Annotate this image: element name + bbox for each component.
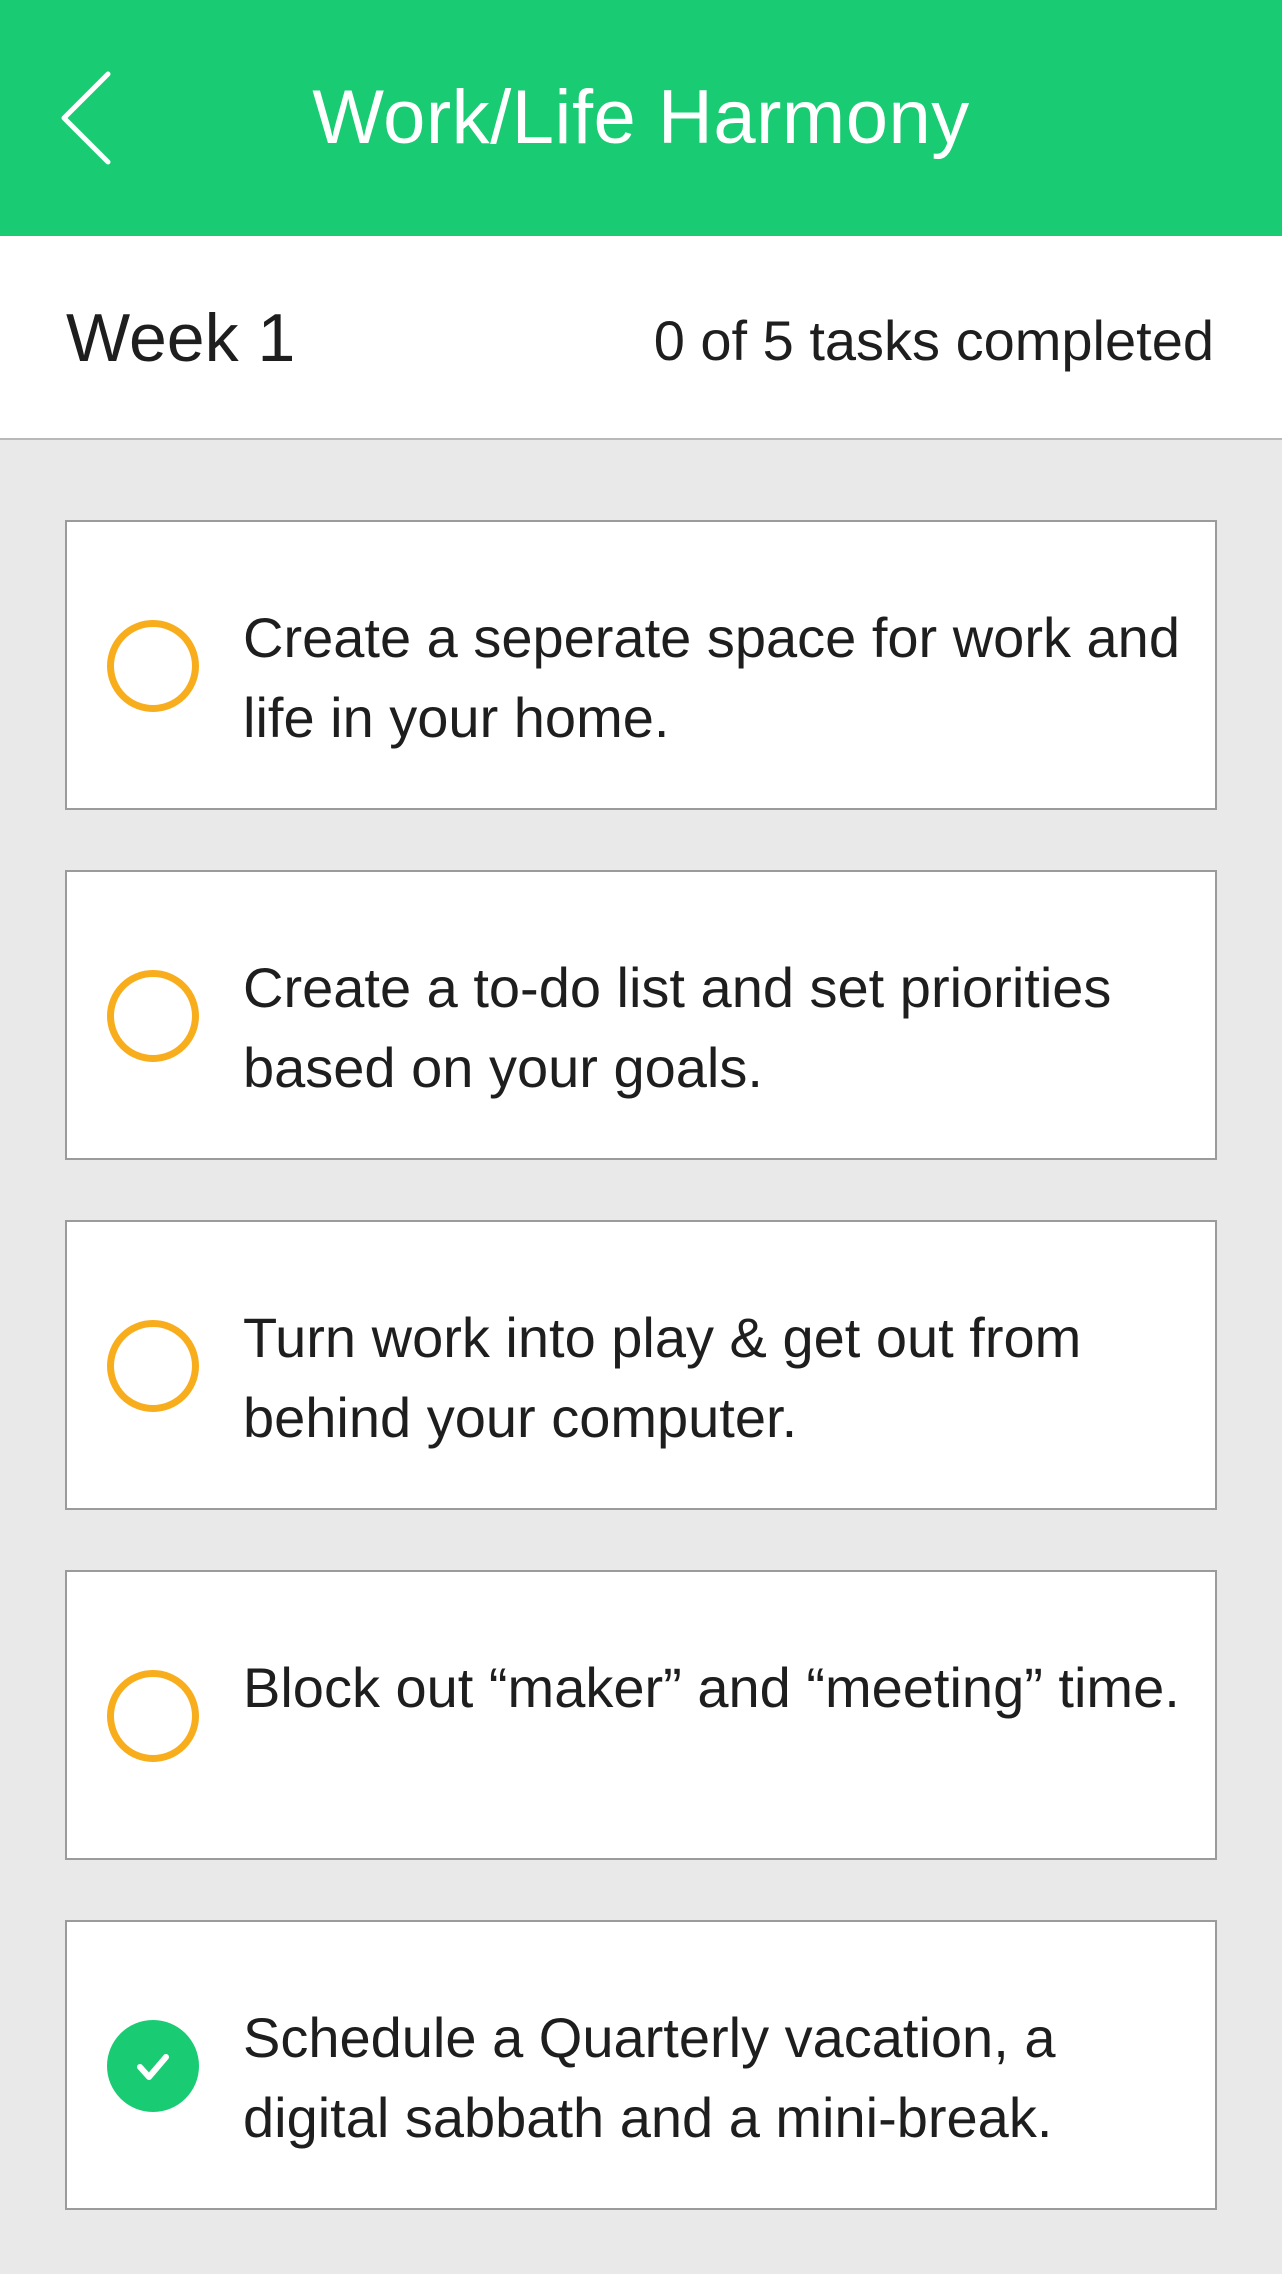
task-text: Create a seperate space for work and lif… bbox=[243, 606, 1180, 749]
task-text: Turn work into play & get out from behin… bbox=[243, 1306, 1082, 1449]
chevron-left-icon bbox=[61, 71, 111, 165]
page-title: Work/Life Harmony bbox=[312, 75, 970, 160]
task-item[interactable]: Create a to-do list and set priorities b… bbox=[65, 870, 1217, 1160]
task-item[interactable]: Create a seperate space for work and lif… bbox=[65, 520, 1217, 810]
week-summary-bar: Week 1 0 of 5 tasks completed bbox=[0, 236, 1282, 440]
app-header: Work/Life Harmony bbox=[0, 0, 1282, 236]
week-label: Week 1 bbox=[66, 300, 296, 376]
checkmark-circle-icon[interactable] bbox=[107, 2020, 199, 2112]
task-item[interactable]: Block out “maker” and “meeting” time. bbox=[65, 1570, 1217, 1860]
unchecked-circle-icon[interactable] bbox=[107, 1320, 199, 1412]
task-item-completed[interactable]: Schedule a Quarterly vacation, a digital… bbox=[65, 1920, 1217, 2210]
task-text: Create a to-do list and set priorities b… bbox=[243, 956, 1112, 1099]
unchecked-circle-icon[interactable] bbox=[107, 1670, 199, 1762]
unchecked-circle-icon[interactable] bbox=[107, 620, 199, 712]
tasks-progress-text: 0 of 5 tasks completed bbox=[653, 309, 1214, 372]
task-text: Schedule a Quarterly vacation, a digital… bbox=[243, 2006, 1056, 2149]
task-item[interactable]: Turn work into play & get out from behin… bbox=[65, 1220, 1217, 1510]
back-button[interactable] bbox=[52, 68, 132, 168]
task-text: Block out “maker” and “meeting” time. bbox=[243, 1656, 1180, 1719]
unchecked-circle-icon[interactable] bbox=[107, 970, 199, 1062]
